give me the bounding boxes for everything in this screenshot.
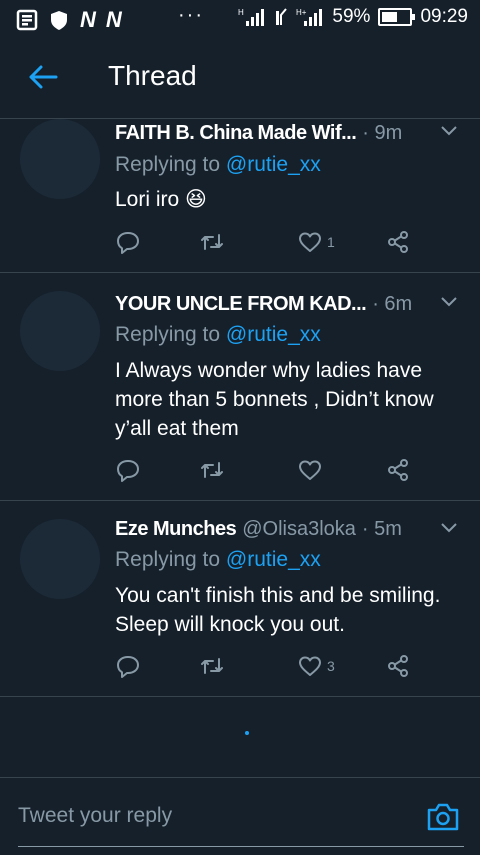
tweet-author-handle[interactable]: @Olisa3loka — [242, 518, 356, 541]
reply-button[interactable] — [115, 457, 141, 483]
share-button[interactable] — [385, 457, 411, 483]
tweet-author-name[interactable]: Eze Munches — [115, 518, 236, 541]
camera-icon[interactable] — [426, 802, 460, 832]
replying-to: Replying to @rutie_xx — [115, 323, 321, 347]
retweet-icon — [201, 234, 223, 250]
avatar[interactable] — [20, 291, 100, 371]
tweet[interactable]: YOUR UNCLE FROM KAD... · 6m Replying to … — [0, 273, 480, 501]
reply-icon — [117, 232, 139, 254]
share-button[interactable] — [385, 653, 411, 679]
status-bar: N N ··· H H+ 59% 09:29 — [0, 0, 480, 38]
tweet-actions: 3 — [115, 653, 415, 681]
retweet-button[interactable] — [199, 653, 225, 679]
data-transfer-icon — [276, 8, 288, 25]
retweet-button[interactable] — [199, 457, 225, 483]
tweet-author-name[interactable]: YOUR UNCLE FROM KAD... — [115, 293, 366, 316]
share-icon — [388, 655, 408, 677]
tweet-header: YOUR UNCLE FROM KAD... · 6m — [115, 293, 460, 316]
battery-icon — [378, 8, 416, 26]
tweet-text: You can't finish this and be smiling. Sl… — [115, 584, 441, 636]
reply-icon — [117, 656, 139, 678]
clock: 09:29 — [420, 6, 468, 27]
replying-to-label: Replying to — [115, 323, 226, 346]
app-header: Thread — [0, 38, 480, 119]
retweet-button[interactable] — [199, 229, 225, 255]
tweet-time: · 9m — [362, 122, 403, 144]
like-button[interactable]: 3 — [297, 653, 335, 679]
tweet-text: I Always wonder why ladies have more tha… — [115, 359, 434, 440]
heart-icon — [299, 460, 321, 480]
status-bar-right: H H+ 59% 09:29 — [238, 6, 468, 28]
like-count: 1 — [327, 234, 335, 250]
carrier-n-icon: N — [105, 7, 122, 32]
signal-icon: H+ — [296, 8, 323, 26]
status-bar-left: N N — [16, 7, 122, 33]
input-underline — [18, 846, 464, 847]
tweet-header: Eze Munches @Olisa3loka · 5m — [115, 518, 460, 541]
chevron-down-icon[interactable] — [440, 522, 458, 534]
retweet-icon — [201, 658, 223, 674]
loading-indicator — [245, 731, 249, 735]
tweet[interactable]: FAITH B. China Made Wif... · 9m Replying… — [0, 119, 480, 273]
tweet-time: · 6m — [372, 293, 413, 315]
chevron-down-icon[interactable] — [440, 296, 458, 308]
tweet-actions — [115, 457, 415, 485]
avatar[interactable] — [20, 119, 100, 199]
replying-to-handle[interactable]: @rutie_xx — [226, 323, 321, 346]
share-button[interactable] — [385, 229, 411, 255]
heart-icon — [299, 232, 321, 252]
more-notifications-icon: ··· — [178, 4, 204, 26]
svg-text:H+: H+ — [296, 8, 307, 17]
like-count: 3 — [327, 658, 335, 674]
replying-to: Replying to @rutie_xx — [115, 548, 321, 572]
signal-icon: H — [238, 8, 265, 26]
shield-icon — [51, 11, 67, 30]
tweet-text: Lori iro 😆 — [115, 188, 207, 211]
heart-icon — [299, 656, 321, 676]
tweet-author-name[interactable]: FAITH B. China Made Wif... — [115, 122, 356, 145]
replying-to-handle[interactable]: @rutie_xx — [226, 548, 321, 571]
replying-to-label: Replying to — [115, 548, 226, 571]
tweet-time: · 5m — [361, 518, 402, 540]
tweet-header: FAITH B. China Made Wif... · 9m — [115, 122, 460, 145]
news-icon — [16, 9, 38, 31]
replying-to-handle[interactable]: @rutie_xx — [226, 153, 321, 176]
carrier-n-icon: N — [80, 7, 96, 32]
avatar[interactable] — [20, 519, 100, 599]
back-arrow-icon[interactable] — [26, 60, 60, 94]
reply-button[interactable] — [115, 229, 141, 255]
reply-icon — [117, 460, 139, 482]
chevron-down-icon[interactable] — [440, 125, 458, 137]
tweet[interactable]: Eze Munches @Olisa3loka · 5m Replying to… — [0, 501, 480, 697]
reply-button[interactable] — [115, 653, 141, 679]
like-button[interactable] — [297, 457, 327, 483]
battery-percent: 59% — [332, 6, 371, 27]
like-button[interactable]: 1 — [297, 229, 335, 255]
svg-text:H: H — [238, 8, 244, 17]
replying-to: Replying to @rutie_xx — [115, 153, 321, 177]
reply-input[interactable]: Tweet your reply — [18, 804, 172, 828]
reply-composer: Tweet your reply — [0, 777, 480, 855]
retweet-icon — [201, 462, 223, 478]
share-icon — [388, 231, 408, 253]
page-title: Thread — [108, 60, 197, 91]
tweet-actions: 1 — [115, 229, 415, 257]
replying-to-label: Replying to — [115, 153, 226, 176]
share-icon — [388, 459, 408, 481]
